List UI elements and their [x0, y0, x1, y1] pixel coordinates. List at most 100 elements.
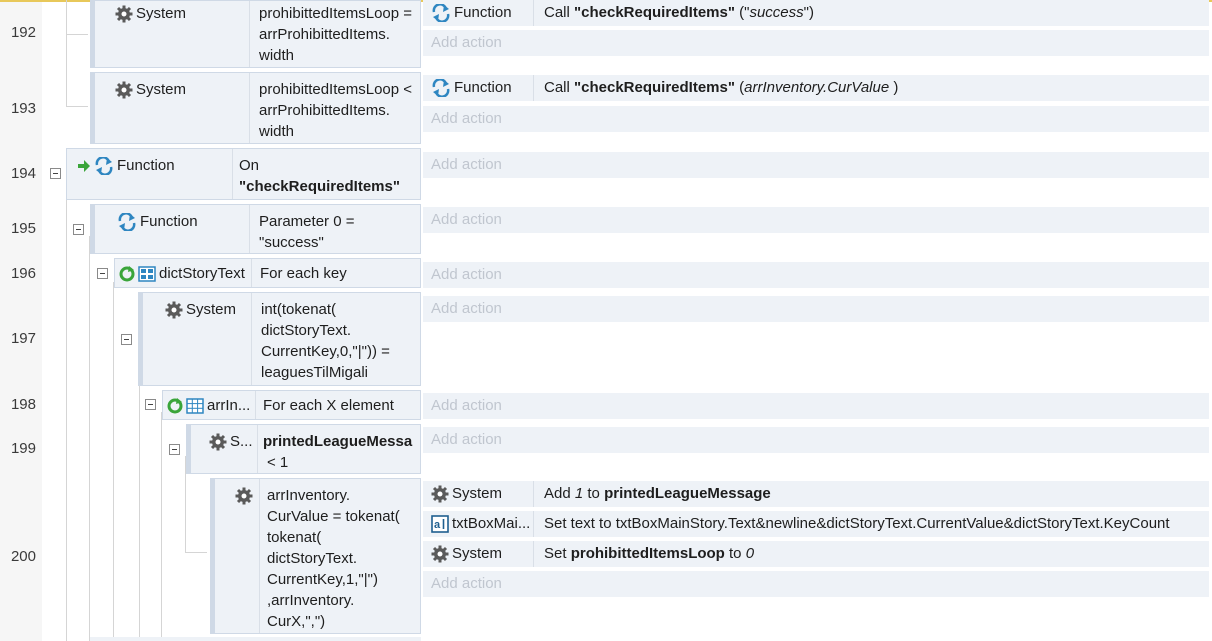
event-199[interactable]: S... printedLeagueMessa < 1 — [186, 424, 421, 474]
condition-object[interactable]: Function — [71, 153, 233, 178]
function-icon — [432, 79, 450, 98]
event-left-bar — [91, 1, 95, 67]
condition-text[interactable]: For each key — [254, 261, 420, 286]
event-192[interactable]: System prohibittedItemsLoop = arrProhibi… — [90, 0, 421, 68]
textbox-icon: a — [431, 515, 449, 533]
tree-line — [66, 34, 88, 35]
action-object-name: txtBoxMai... — [452, 515, 531, 532]
condition-text[interactable]: For each X element — [257, 393, 420, 418]
add-action-link[interactable]: Add action — [423, 296, 1209, 322]
action-row[interactable]: a txtBoxMai... Set text to txtBoxMainStor… — [423, 511, 1209, 537]
event-194[interactable]: Function On "checkRequiredItems" — [66, 148, 421, 200]
action-row[interactable]: System Add 1 to printedLeagueMessage — [423, 481, 1209, 507]
next-event-edge — [90, 637, 421, 641]
collapse-toggle[interactable] — [121, 334, 132, 345]
event-196[interactable]: dictStoryText For each key — [114, 258, 421, 288]
line-number: 195 — [10, 220, 36, 237]
action-text: Call "checkRequiredItems" ("success") — [544, 4, 814, 21]
action-object-name: System — [452, 485, 503, 502]
gear-icon — [209, 433, 227, 451]
action-row[interactable]: System Set prohibittedItemsLoop to 0 — [423, 541, 1209, 567]
condition-text[interactable]: int(tokenat( dictStoryText. CurrentKey,0… — [255, 297, 415, 385]
event-left-bar — [139, 293, 143, 385]
action-object: Function — [431, 75, 535, 101]
condition-object-name: S... — [230, 433, 253, 450]
condition-object[interactable] — [229, 483, 259, 508]
action-object-name: Function — [454, 79, 512, 96]
action-row[interactable]: Function Call "checkRequiredItems" (arrI… — [423, 75, 1209, 101]
tree-line — [66, 182, 67, 641]
add-action-link[interactable]: Add action — [423, 207, 1209, 233]
condition-text[interactable]: printedLeagueMessa < 1 — [257, 429, 421, 475]
event-200[interactable]: arrInventory. CurValue = tokenat( tokena… — [210, 478, 421, 634]
function-icon — [95, 157, 113, 176]
condition-object[interactable]: S... — [205, 429, 257, 454]
action-object-name: Function — [454, 4, 512, 21]
collapse-toggle[interactable] — [73, 224, 84, 235]
trigger-arrow-icon — [78, 160, 90, 173]
event-193[interactable]: System prohibittedItemsLoop < arrProhibi… — [90, 72, 421, 144]
action-row[interactable]: Function Call "checkRequiredItems" ("suc… — [423, 0, 1209, 26]
gear-icon — [165, 301, 183, 319]
collapse-toggle[interactable] — [145, 399, 156, 410]
tree-line — [185, 552, 207, 553]
gear-icon — [431, 545, 449, 563]
add-action-link[interactable]: Add action — [423, 427, 1209, 453]
gear-icon — [115, 5, 133, 23]
tree-line — [89, 236, 90, 641]
collapse-toggle[interactable] — [97, 268, 108, 279]
add-action-link[interactable]: Add action — [423, 393, 1209, 419]
action-object: a txtBoxMai... — [431, 511, 535, 537]
divider — [533, 511, 534, 537]
add-action-link[interactable]: Add action — [423, 571, 1209, 597]
loop-icon — [119, 266, 135, 282]
condition-text[interactable]: On "checkRequiredItems" — [233, 153, 419, 199]
event-195[interactable]: Function Parameter 0 = "success" — [90, 204, 421, 254]
condition-object[interactable]: System — [109, 77, 249, 102]
function-icon — [118, 213, 136, 232]
gear-icon — [115, 81, 133, 99]
action-object: System — [431, 481, 535, 507]
tree-line — [113, 282, 114, 641]
condition-object[interactable]: arrIn... — [165, 393, 257, 418]
divider — [533, 75, 534, 101]
add-action-link[interactable]: Add action — [423, 106, 1209, 132]
action-object: System — [431, 541, 535, 567]
condition-text[interactable]: prohibittedItemsLoop = arrProhibittedIte… — [253, 1, 419, 68]
gear-icon — [235, 487, 253, 505]
condition-object-name: Function — [117, 157, 175, 174]
tree-line — [161, 412, 162, 641]
tree-line — [66, 0, 67, 106]
condition-object[interactable]: dictStoryText — [117, 261, 253, 286]
array-icon — [186, 398, 204, 414]
dictionary-icon — [138, 266, 156, 282]
gear-icon — [431, 485, 449, 503]
collapse-toggle[interactable] — [169, 444, 180, 455]
add-action-link[interactable]: Add action — [423, 30, 1209, 56]
condition-object[interactable]: System — [159, 297, 255, 322]
divider — [255, 391, 256, 419]
event-left-bar — [187, 425, 191, 473]
condition-text[interactable]: Parameter 0 = "success" — [253, 209, 419, 255]
condition-text[interactable]: arrInventory. CurValue = tokenat( tokena… — [261, 483, 419, 634]
condition-object-name: dictStoryText — [159, 265, 245, 282]
event-198[interactable]: arrIn... For each X element — [162, 390, 421, 420]
condition-object[interactable]: System — [109, 1, 249, 26]
condition-text[interactable]: prohibittedItemsLoop < arrProhibittedIte… — [253, 77, 419, 144]
divider — [249, 73, 250, 143]
action-text: Set prohibittedItemsLoop to 0 — [544, 545, 755, 562]
line-gutter — [0, 0, 42, 641]
divider — [259, 479, 260, 633]
tree-line — [139, 346, 140, 641]
line-number: 193 — [10, 100, 36, 117]
collapse-toggle[interactable] — [50, 168, 61, 179]
event-197[interactable]: System int(tokenat( dictStoryText. Curre… — [138, 292, 421, 386]
action-text: Set text to txtBoxMainStory.Text&newline… — [544, 515, 1170, 532]
add-action-link[interactable]: Add action — [423, 262, 1209, 288]
add-action-link[interactable]: Add action — [423, 152, 1209, 178]
condition-object-name: System — [136, 81, 187, 98]
condition-object[interactable]: Function — [111, 209, 251, 234]
divider — [251, 259, 252, 287]
condition-object-name: arrIn... — [207, 397, 251, 414]
line-number: 192 — [10, 24, 36, 41]
